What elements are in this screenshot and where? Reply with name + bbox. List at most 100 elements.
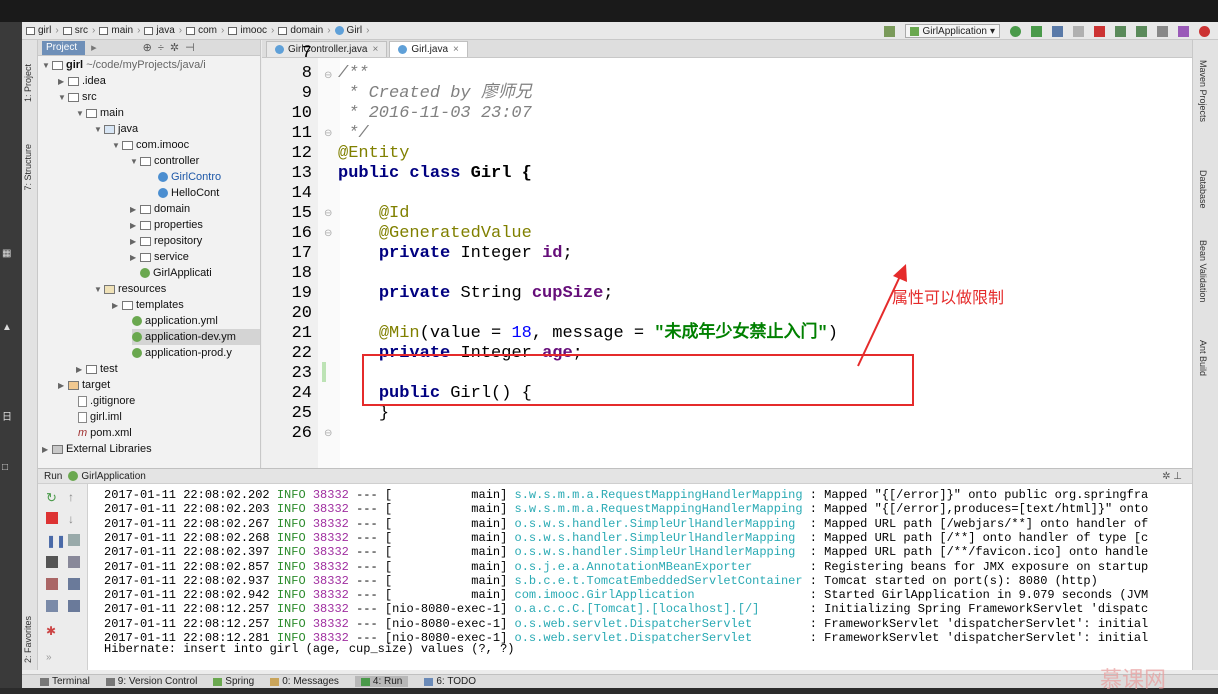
fold-icon[interactable]: ⊖ — [324, 208, 332, 219]
build-icon[interactable] — [884, 25, 896, 37]
tree-node[interactable]: ▼ resources — [94, 281, 166, 297]
video-top-bar — [0, 0, 1218, 22]
print-icon[interactable] — [68, 578, 80, 590]
layout-icon[interactable] — [46, 600, 58, 612]
crumb-src[interactable]: src › — [62, 25, 95, 36]
pin-icon[interactable]: ✱ — [46, 624, 58, 638]
run-config-select[interactable]: GirlApplication ▾ — [905, 24, 1000, 38]
profile-icon[interactable] — [1073, 25, 1084, 37]
pause-icon[interactable]: ❚❚ — [46, 534, 66, 548]
fold-icon[interactable]: ⊖ — [324, 428, 332, 439]
more-icon[interactable]: » — [46, 652, 58, 664]
project-view-select[interactable]: Project — [42, 40, 86, 55]
keyword-text: public — [378, 384, 451, 403]
arrow-up-icon[interactable]: ↑ — [68, 490, 80, 504]
tree-node[interactable]: ▼ com.imooc — [112, 137, 189, 153]
gear-icon[interactable]: ✲ ⊥ — [1162, 471, 1182, 482]
login-icon[interactable] — [46, 578, 58, 590]
crumb-domain[interactable]: domain › — [278, 25, 331, 36]
tree-node[interactable]: ▼ controller — [130, 153, 199, 169]
gear-icon[interactable]: ✲ — [170, 41, 179, 54]
tree-node-selected[interactable]: application-dev.ym — [132, 329, 260, 345]
tree-node[interactable]: application-prod.y — [132, 345, 232, 361]
tree-node[interactable]: ▶ domain — [130, 201, 190, 217]
log-message: : Mapped URL path [/webjars/**] onto han… — [809, 516, 1149, 531]
soft-wrap-icon[interactable] — [68, 534, 80, 546]
tree-node[interactable]: ▶ service — [130, 249, 189, 265]
fold-icon[interactable]: ⊖ — [324, 228, 332, 239]
package-icon — [278, 26, 288, 35]
line-number: 16 — [291, 224, 312, 243]
tree-node[interactable]: ▶ External Libraries — [42, 441, 152, 457]
tree-node[interactable]: ▶ target — [58, 377, 110, 393]
stop-icon[interactable] — [46, 512, 58, 524]
stop-icon[interactable] — [1094, 25, 1105, 37]
tab-maven-projects[interactable]: Maven Projects — [1198, 60, 1208, 122]
tab-ant-build[interactable]: Ant Build — [1198, 340, 1208, 376]
chevron-down-icon: ▼ — [58, 92, 66, 102]
crumb-main[interactable]: main › — [99, 25, 140, 36]
undo-icon[interactable] — [1178, 25, 1189, 37]
tree-node[interactable]: m pom.xml — [78, 425, 132, 441]
tab-project-tool[interactable]: 1: Project — [23, 64, 33, 102]
tree-node[interactable]: GirlApplicati — [140, 265, 212, 281]
tree-node-root[interactable]: ▼ girl ~/code/myProjects/java/i — [42, 57, 206, 73]
tree-node[interactable]: ▼ src — [58, 89, 97, 105]
tab-database[interactable]: Database — [1198, 170, 1208, 209]
sync-icon[interactable]: ⊕ — [143, 41, 152, 54]
tab-run[interactable]: 4: Run — [354, 676, 409, 687]
camera-icon[interactable] — [46, 556, 58, 568]
close-icon[interactable]: × — [453, 44, 459, 55]
tab-version-control[interactable]: 9: Version Control — [105, 676, 197, 687]
help-icon[interactable] — [1199, 25, 1210, 37]
close-icon[interactable]: × — [372, 44, 378, 55]
coverage-icon[interactable] — [1052, 25, 1063, 37]
crumb-com[interactable]: com › — [186, 25, 224, 36]
fold-icon[interactable]: ⊖ — [324, 128, 332, 139]
tree-node[interactable]: ▶ .idea — [58, 73, 106, 89]
settings-icon[interactable] — [1157, 25, 1168, 37]
tab-girl[interactable]: Girl.java × — [389, 41, 468, 57]
tree-node[interactable]: ▶ templates — [112, 297, 184, 313]
tree-node[interactable]: ▶ properties — [130, 217, 203, 233]
line-number: 12 — [291, 144, 312, 163]
collapse-icon[interactable]: ÷ — [158, 42, 164, 54]
tree-node[interactable]: GirlContro — [158, 169, 221, 185]
tab-todo[interactable]: 6: TODO — [424, 676, 476, 687]
hide-icon[interactable]: ⊣ — [185, 41, 195, 54]
tab-spring[interactable]: Spring — [213, 676, 254, 687]
tree-node[interactable]: ▼ java — [94, 121, 138, 137]
tree-node[interactable]: ▼ main — [76, 105, 124, 121]
rerun-icon[interactable] — [1010, 25, 1021, 37]
tab-favorites-tool[interactable]: 2: Favorites — [23, 616, 33, 663]
run-console[interactable]: 2017-01-11 22:08:02.202 INFO 38332 --- [… — [88, 484, 1192, 670]
tree-node[interactable]: girl.iml — [78, 409, 122, 425]
tree-node[interactable]: .gitignore — [78, 393, 135, 409]
tab-structure-tool[interactable]: 7: Structure — [23, 144, 33, 191]
chevron-down-icon: ▼ — [112, 140, 120, 150]
crumb-imooc[interactable]: imooc › — [228, 25, 274, 36]
crumb-girl-class[interactable]: Girl › — [334, 25, 369, 36]
vcs-commit-icon[interactable] — [1136, 25, 1147, 37]
code-editor[interactable]: GirlController.java × Girl.java × 7 8 9 10… — [262, 40, 1192, 468]
log-thread: --- [ main] — [356, 488, 508, 502]
tree-node[interactable]: ▶ test — [76, 361, 118, 377]
fold-icon[interactable]: ⊖ — [324, 70, 332, 81]
tree-node[interactable]: application.yml — [132, 313, 218, 329]
tree-node[interactable]: ▶ repository — [130, 233, 202, 249]
vcs-update-icon[interactable] — [1115, 25, 1126, 37]
tab-messages[interactable]: 0: Messages — [270, 676, 339, 687]
crumb-girl[interactable]: girl › — [26, 25, 59, 36]
tree-node[interactable]: HelloCont — [158, 185, 219, 201]
rerun-icon[interactable]: ↻ — [46, 490, 58, 505]
crumb-java[interactable]: java › — [144, 25, 182, 36]
arrow-down-icon[interactable]: ↓ — [68, 512, 80, 526]
tab-terminal[interactable]: Terminal — [40, 676, 90, 687]
debug-icon[interactable] — [1031, 25, 1042, 37]
trash-icon[interactable] — [68, 600, 80, 612]
tab-bean-validation[interactable]: Bean Validation — [1198, 240, 1208, 302]
run-icon — [360, 677, 370, 686]
scroll-end-icon[interactable] — [68, 556, 80, 568]
file-icon — [78, 395, 87, 407]
run-config-name[interactable]: GirlApplication — [81, 471, 145, 482]
